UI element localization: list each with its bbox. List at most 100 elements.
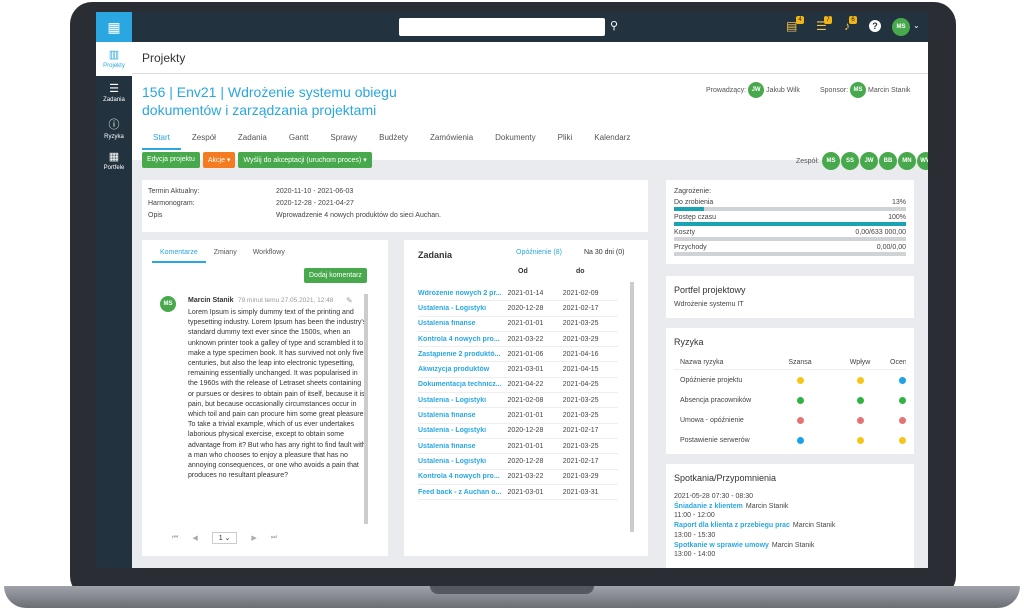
meeting-item[interactable]: Raport dla klienta z przebiegu prac Marci… [674,521,906,531]
tab-next30[interactable]: Na 30 dni (0) [584,249,624,256]
task-name[interactable]: Ustalenia - Logistyki [418,458,508,465]
task-name[interactable]: Wdrożenie nowych 2 pr... [418,290,508,297]
scrollbar[interactable] [630,282,634,532]
tab-zamowienia[interactable]: Zamówienia [419,130,484,150]
task-date: 2021-02-09 [562,289,599,297]
avatar[interactable]: MN [897,152,916,170]
meeting-item[interactable]: Śniadanie z klientem Marcin Stanik [674,502,906,512]
task-name[interactable]: Zastąpienie 2 produktó... [418,351,508,358]
task-name[interactable]: Ustalenia - Logistyki [418,427,508,434]
meeting-item[interactable]: Spotkanie w sprawie umowy Marcin Stanik [674,541,906,551]
avatar[interactable]: MS [821,152,840,170]
tab-workflowy[interactable]: Workflowy [245,246,293,263]
tab-budzety[interactable]: Budżety [368,130,419,150]
table-row[interactable]: Absencja pracowników [674,390,906,410]
table-row[interactable]: Akwizycja produktów 2021-03-01 2021-04-15 [418,362,618,378]
task-name[interactable]: Feed back - z Auchan o... [418,489,508,496]
meeting-title[interactable]: Spotkanie w sprawie umowy [674,542,769,549]
risk-dot-cell [830,396,890,404]
actions-button[interactable]: Akcje ▾ [202,152,236,168]
table-row[interactable]: Postawienie serwerów [674,430,906,450]
avatar[interactable]: BB [878,152,897,170]
search-input[interactable] [399,18,605,36]
help-icon[interactable]: ? [869,20,881,32]
first-page-icon[interactable]: ⏮ [172,534,178,542]
sidebar-item-projekty[interactable]: ▥ Projekty [96,42,132,76]
task-name[interactable]: Dokumentacja technicz... [418,381,508,388]
risks-card: Ryzyka Nazwa ryzyka Szansa Wpływ Ocena O… [666,328,914,454]
tab-zespol[interactable]: Zespół [181,130,227,150]
tab-zmiany[interactable]: Zmiany [206,246,245,263]
avatar[interactable]: JW [859,152,878,170]
avatar[interactable]: WW [916,152,928,170]
tab-zadania[interactable]: Zadania [227,130,278,150]
table-row[interactable]: Zastąpienie 2 produktó... 2021-01-06 2021-… [418,347,618,363]
tab-kalendarz[interactable]: Kalendarz [583,130,641,150]
task-date: 2021-02-08 [507,396,544,404]
info-value: Wprowadzenie 4 nowych produktów do sieci… [276,212,441,219]
table-row[interactable]: Opóźnienie projektu [674,370,906,390]
table-row[interactable]: Dokumentacja technicz... 2021-04-22 2021-0… [418,378,618,394]
table-row[interactable]: Kontrola 4 nowych pro... 2021-03-22 2021-0… [418,332,618,348]
meeting-title[interactable]: Śniadanie z klientem [674,503,743,510]
tab-dokumenty[interactable]: Dokumenty [484,130,546,150]
table-row[interactable]: Kontrola 4 nowych pro... 2021-03-22 2021-0… [418,470,618,485]
prev-page-icon[interactable]: ◀ [192,534,197,542]
table-row[interactable]: Ustalenia - Logistyki 2020-12-28 2021-02-1… [418,301,618,317]
edit-project-button[interactable]: Edycja projektu [142,152,200,168]
add-comment-button[interactable]: Dodaj komentarz [304,268,367,283]
info-label: Opis [148,212,163,219]
tab-late[interactable]: Opóźnienie (8) [516,249,562,256]
task-name[interactable]: Akwizycja produktów [418,366,508,373]
tab-start[interactable]: Start [142,130,181,150]
risk-name: Opóźnienie projektu [680,376,743,384]
info-value: 2020-12-28 - 2021-04-27 [276,200,354,207]
project-sponsor: Sponsor: MS Marcin Stanik [820,82,910,98]
table-row[interactable]: Ustalenia - Logistyki 2021-02-08 2021-03-2… [418,393,618,409]
apps-grid-icon[interactable]: ▦ [96,12,132,42]
task-name[interactable]: Kontrola 4 nowych pro... [418,336,508,343]
tab-pliki[interactable]: Pliki [547,130,584,150]
table-row[interactable]: Ustalenia - Logistyki 2020-12-28 2021-02-1… [418,454,618,470]
risks-header: Nazwa ryzyka Szansa Wpływ Ocena [674,356,906,370]
task-name[interactable]: Ustalenia finanse [418,320,508,327]
col-header: Nazwa ryzyka [680,359,724,366]
send-for-approval-button[interactable]: Wyślij do akceptacji (uruchom proces) ▾ [238,152,372,168]
sidebar-item-zadania[interactable]: ☰ Zadania [96,76,132,110]
sidebar-item-portfele[interactable]: ▦ Portfele [96,144,132,178]
task-name[interactable]: Kontrola 4 nowych pro... [418,473,508,480]
search-icon[interactable]: ⚲ [610,19,618,32]
task-name[interactable]: Ustalenia - Logistyki [418,305,508,312]
music-badge: 6 [849,16,857,24]
next-page-icon[interactable]: ▶ [251,534,256,542]
avatar[interactable]: SS [840,152,859,170]
task-name[interactable]: Ustalenia finanse [418,443,508,450]
user-avatar[interactable]: MS [892,18,910,36]
table-row[interactable]: Ustalenia finanse 2021-01-01 2021-03-25 [418,408,618,424]
table-row[interactable]: Ustalenia finanse 2021-01-01 2021-03-25 [418,439,618,455]
edit-icon[interactable]: ✎ [346,296,353,305]
task-name[interactable]: Ustalenia finanse [418,412,508,419]
scrollbar[interactable] [364,294,368,524]
tab-komentarze[interactable]: Komentarze [152,246,206,263]
table-row[interactable]: Ustalenia finanse 2021-01-01 2021-03-25 [418,317,618,332]
threat-label: Zagrożenie: [674,188,711,195]
task-date: 2021-01-01 [507,442,544,450]
sidebar-item-ryzyka[interactable]: ⓘ Ryzyka [96,110,132,144]
tab-sprawy[interactable]: Sprawy [319,130,368,150]
action-buttons: Edycja projektu Akcje ▾ Wyślij do akcept… [142,152,372,168]
col-from: Od [518,268,528,275]
risk-level-dot [856,396,864,404]
tab-gantt[interactable]: Gantt [278,130,320,150]
page-select[interactable]: 1 ⌄ [211,532,238,544]
table-row[interactable]: Wdrożenie nowych 2 pr... 2021-01-14 2021-0… [418,286,618,302]
task-name[interactable]: Ustalenia - Logistyki [418,397,508,404]
calendar-badge: 4 [796,16,804,24]
table-row[interactable]: Feed back - z Auchan o... 2021-03-01 2021-… [418,485,618,501]
meeting-title[interactable]: Raport dla klienta z przebiegu prac [674,522,790,529]
last-page-icon[interactable]: ⏭ [271,534,277,542]
table-row[interactable]: Ustalenia - Logistyki 2020-12-28 2021-02-1… [418,424,618,439]
table-row[interactable]: Umowa - opóźnienie [674,410,906,430]
avatar: MS [850,82,867,98]
chevron-down-icon[interactable]: ⌄ [913,21,920,30]
